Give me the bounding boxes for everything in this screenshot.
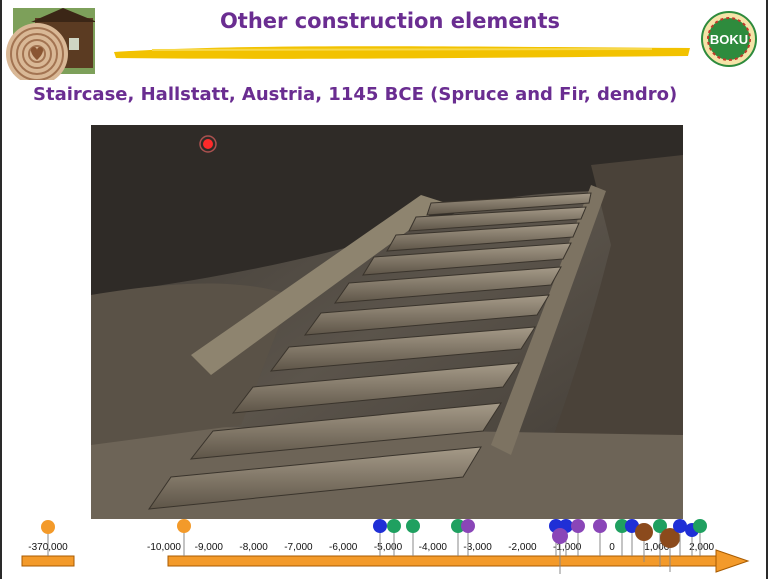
timeline-pin	[552, 528, 568, 544]
boku-logo: BOKU	[700, 10, 758, 68]
timeline-tick-label: -2,000	[508, 542, 537, 553]
timeline-tick-label: -10,000	[147, 542, 181, 553]
timeline-tick-label: 2,000	[689, 542, 714, 553]
timeline-tick-label: -1,000	[553, 542, 582, 553]
tree-ring-house-logo	[6, 8, 95, 80]
slide-title: Other construction elements	[219, 9, 561, 33]
boku-logo-text: BOKU	[710, 32, 748, 47]
timeline-tick-label: -5,000	[374, 542, 403, 553]
timeline-pin	[693, 519, 707, 533]
laser-pointer-dot	[203, 139, 213, 149]
timeline-tick-label: 0	[609, 542, 615, 553]
timeline-pin	[373, 519, 387, 533]
timeline-pin	[571, 519, 585, 533]
timeline-arrow-icon	[715, 549, 750, 573]
timeline-pin	[593, 519, 607, 533]
slide-subtitle: Staircase, Hallstatt, Austria, 1145 BCE …	[33, 84, 678, 105]
timeline-tick-label: -9,000	[195, 542, 224, 553]
timeline: -370,000 -10,000 -9,000 -8,000 -7,000 -6,000…	[21, 519, 750, 574]
timeline-pin	[387, 519, 401, 533]
timeline-tick-label: -6,000	[329, 542, 358, 553]
timeline-bar-left	[21, 555, 75, 567]
staircase-photo	[91, 125, 683, 519]
timeline-pin-left	[41, 520, 55, 534]
timeline-tick-label: -8,000	[239, 542, 268, 553]
timeline-pin	[177, 519, 191, 533]
timeline-pin	[673, 519, 687, 533]
timeline-tick-label: -7,000	[284, 542, 313, 553]
timeline-bar-main	[167, 555, 719, 567]
timeline-tick-label: -4,000	[419, 542, 448, 553]
timeline-pin	[461, 519, 475, 533]
timeline-pin	[406, 519, 420, 533]
yellow-brush-stroke	[114, 46, 690, 59]
timeline-pin	[635, 523, 653, 541]
